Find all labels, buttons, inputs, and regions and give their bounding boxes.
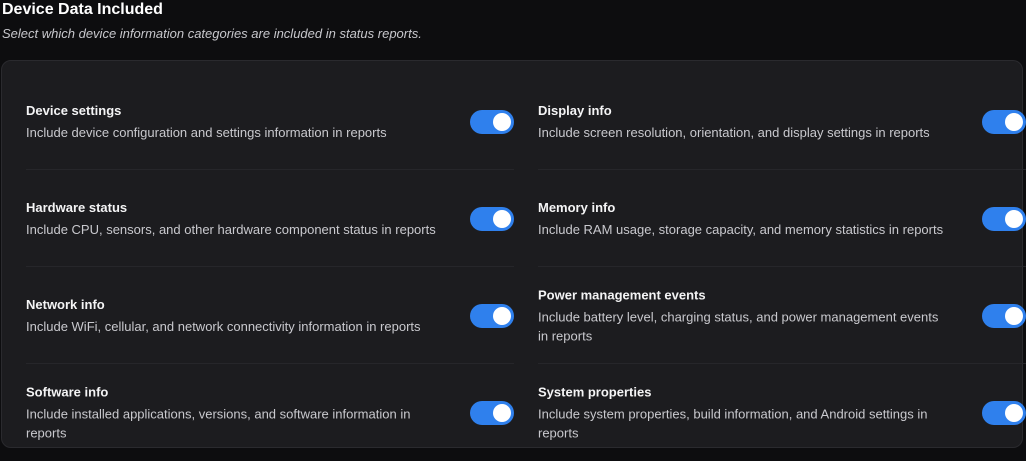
- toggle-knob: [493, 306, 511, 325]
- setting-row-device-settings: Device settings Include device configura…: [26, 73, 514, 170]
- setting-description: Include device configuration and setting…: [26, 124, 387, 140]
- setting-description: Include screen resolution, orientation, …: [538, 124, 930, 140]
- setting-description: Include CPU, sensors, and other hardware…: [26, 221, 436, 237]
- section-title: Device Data Included: [2, 1, 163, 18]
- section-header: Device Data Included Select which device…: [2, 0, 422, 42]
- settings-card: Device settings Include device configura…: [1, 60, 1026, 448]
- device-settings-toggle[interactable]: [470, 109, 514, 134]
- setting-label: Hardware status: [26, 199, 128, 215]
- section-subtitle: Select which device information categori…: [2, 26, 422, 41]
- setting-label: Software info: [26, 384, 109, 399]
- setting-description: Include RAM usage, storage capacity, and…: [538, 221, 944, 237]
- settings-grid: Device settings Include device configura…: [26, 73, 1026, 461]
- power-management-events-toggle[interactable]: [982, 303, 1026, 328]
- system-properties-toggle[interactable]: [982, 400, 1026, 425]
- memory-info-toggle[interactable]: [982, 206, 1026, 231]
- setting-description: Include battery level, charging status, …: [538, 309, 939, 343]
- toggle-knob: [1005, 209, 1023, 228]
- toggle-knob: [1005, 306, 1023, 325]
- setting-label: Network info: [26, 296, 105, 312]
- setting-label: Power management events: [538, 287, 706, 302]
- setting-label: System properties: [538, 384, 652, 399]
- setting-row-software-info: Software info Include installed applicat…: [26, 364, 514, 461]
- toggle-knob: [493, 112, 511, 131]
- toggle-knob: [1005, 112, 1023, 131]
- network-info-toggle[interactable]: [470, 303, 514, 328]
- setting-label: Memory info: [538, 199, 616, 215]
- display-info-toggle[interactable]: [982, 109, 1026, 134]
- setting-description: Include installed applications, versions…: [26, 406, 411, 440]
- setting-label: Device settings: [26, 102, 122, 118]
- setting-label: Display info: [538, 102, 612, 118]
- setting-row-hardware-status: Hardware status Include CPU, sensors, an…: [26, 170, 514, 267]
- toggle-knob: [493, 209, 511, 228]
- setting-description: Include WiFi, cellular, and network conn…: [26, 318, 421, 334]
- setting-row-power-management-events: Power management events Include battery …: [538, 267, 1026, 364]
- toggle-knob: [493, 403, 511, 422]
- hardware-status-toggle[interactable]: [470, 206, 514, 231]
- setting-description: Include system properties, build informa…: [538, 406, 928, 440]
- setting-row-network-info: Network info Include WiFi, cellular, and…: [26, 267, 514, 364]
- software-info-toggle[interactable]: [470, 400, 514, 425]
- toggle-knob: [1005, 403, 1023, 422]
- setting-row-display-info: Display info Include screen resolution, …: [538, 73, 1026, 170]
- setting-row-system-properties: System properties Include system propert…: [538, 364, 1026, 461]
- setting-row-memory-info: Memory info Include RAM usage, storage c…: [538, 170, 1026, 267]
